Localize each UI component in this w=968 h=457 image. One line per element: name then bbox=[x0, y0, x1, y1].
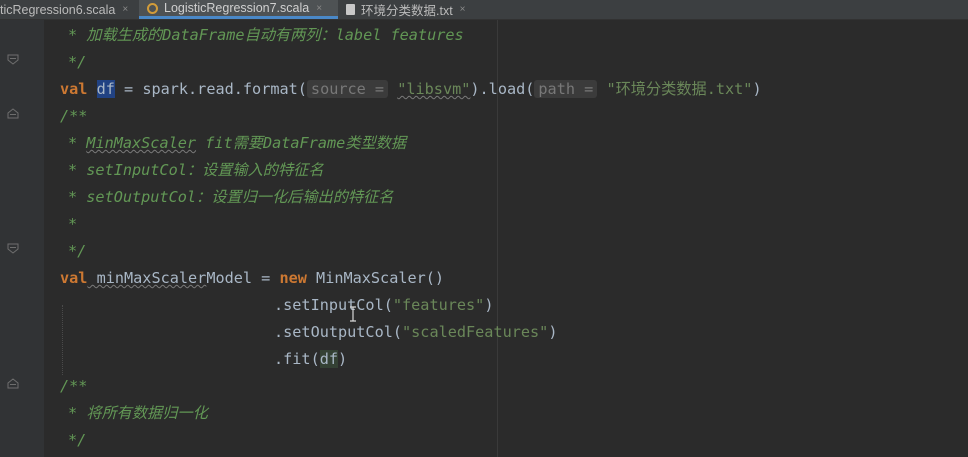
code-text: ) bbox=[752, 80, 762, 98]
fold-start-icon[interactable] bbox=[7, 378, 19, 389]
string-literal: "libsvm" bbox=[397, 80, 471, 98]
tab-logistic-regression-7[interactable]: LogisticRegression7.scala × bbox=[139, 0, 338, 19]
close-icon[interactable]: × bbox=[460, 4, 466, 15]
tab-label: 环境分类数据.txt bbox=[361, 4, 453, 18]
text-cursor-icon bbox=[350, 306, 356, 322]
keyword: val bbox=[60, 80, 88, 98]
editor-tab-bar: ticRegression6.scala × LogisticRegressio… bbox=[0, 0, 968, 20]
code-text: * bbox=[68, 134, 87, 152]
param-hint: source = bbox=[306, 80, 389, 98]
scala-object-icon bbox=[147, 2, 158, 14]
code-line-2: */ bbox=[68, 53, 87, 71]
code-line-11: .setInputCol("features") bbox=[274, 292, 493, 319]
code-line-12: .setOutputCol("scaledFeatures") bbox=[274, 319, 557, 346]
code-line-13: .fit(df) bbox=[274, 346, 347, 373]
code-text: ) bbox=[338, 350, 348, 368]
param-hint: path = bbox=[534, 80, 598, 98]
close-icon[interactable]: × bbox=[316, 3, 322, 14]
string-literal: "scaledFeatures" bbox=[402, 323, 549, 341]
close-icon[interactable]: × bbox=[122, 4, 128, 15]
code-line-15: * 将所有数据归一化 bbox=[68, 404, 208, 422]
code-line-5: * MinMaxScaler fit需要DataFrame类型数据 bbox=[68, 130, 406, 157]
string-literal: "features" bbox=[392, 296, 485, 314]
code-line-16: */ bbox=[68, 431, 87, 449]
keyword: val bbox=[60, 269, 88, 287]
code-text: ).load( bbox=[470, 80, 535, 98]
tab-label: ticRegression6.scala bbox=[0, 2, 116, 17]
code-line-14: /** bbox=[60, 377, 88, 395]
code-text: minMaxScaler bbox=[87, 269, 207, 287]
code-text: .setOutputCol( bbox=[274, 323, 403, 341]
code-text: ) bbox=[484, 296, 494, 314]
fold-end-icon[interactable] bbox=[7, 54, 19, 65]
code-line-6: * setInputCol：设置输入的特征名 bbox=[68, 161, 324, 179]
code-text: fit需要DataFrame类型数据 bbox=[196, 134, 407, 152]
tab-label: LogisticRegression7.scala bbox=[164, 1, 310, 15]
code-line-9: */ bbox=[68, 242, 87, 260]
string-literal: "环境分类数据.txt" bbox=[606, 80, 753, 98]
variable-highlight[interactable]: df bbox=[319, 350, 339, 368]
code-text: ) bbox=[548, 323, 558, 341]
code-text: .setInputCol( bbox=[274, 296, 393, 314]
code-editor[interactable]: * 加载生成的DataFrame自动有两列：label features */ … bbox=[44, 20, 968, 457]
code-text: = bbox=[252, 269, 280, 287]
code-line-3: val df = spark.read.format(source = "lib… bbox=[60, 76, 762, 103]
keyword: new bbox=[279, 269, 307, 287]
code-text: = spark.read.format( bbox=[114, 80, 307, 98]
tab-logistic-regression-6[interactable]: ticRegression6.scala × bbox=[0, 0, 139, 19]
code-line-8: * bbox=[68, 215, 78, 233]
fold-end-icon[interactable] bbox=[7, 243, 19, 254]
code-text: .fit( bbox=[274, 350, 320, 368]
code-text: MinMaxScaler() bbox=[306, 269, 445, 287]
code-line-1: * 加载生成的DataFrame自动有两列：label features bbox=[68, 26, 464, 44]
code-text: MinMaxScaler bbox=[86, 134, 197, 152]
variable-highlight[interactable]: df bbox=[96, 80, 115, 98]
indent-guide bbox=[62, 305, 63, 375]
code-line-7: * setOutputCol：设置归一化后输出的特征名 bbox=[68, 188, 394, 206]
code-text: Model bbox=[206, 269, 253, 287]
tab-text-file[interactable]: 环境分类数据.txt × bbox=[338, 0, 478, 19]
text-file-icon bbox=[346, 4, 355, 15]
code-line-10: val minMaxScalerModel = new MinMaxScaler… bbox=[60, 265, 444, 292]
fold-start-icon[interactable] bbox=[7, 108, 19, 119]
code-line-4: /** bbox=[60, 107, 88, 125]
editor-gutter bbox=[0, 20, 44, 457]
